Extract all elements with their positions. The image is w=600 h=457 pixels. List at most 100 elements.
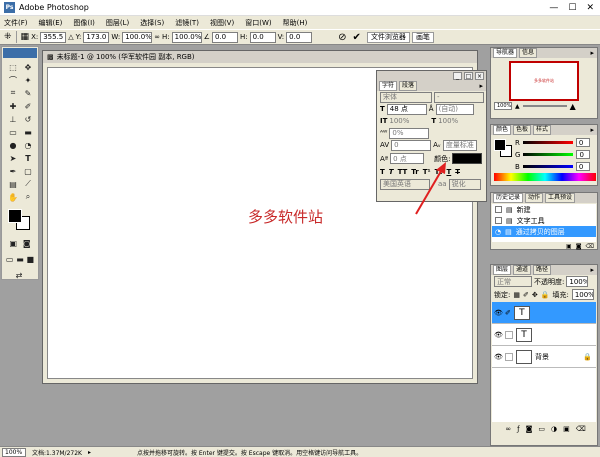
tab-swatches[interactable]: 色板 bbox=[513, 125, 532, 135]
tab-styles[interactable]: 样式 bbox=[533, 125, 552, 135]
layer-style-icon[interactable]: ƒ bbox=[517, 425, 519, 433]
kern-mode-select[interactable]: 度量标准 bbox=[442, 139, 477, 151]
delete-layer-icon[interactable]: ⌫ bbox=[576, 425, 586, 433]
tab-info[interactable]: 信息 bbox=[519, 48, 538, 58]
lock-all-icon[interactable]: 🔒 bbox=[541, 291, 550, 299]
font-family-select[interactable]: 宋体 bbox=[380, 91, 432, 103]
magic-wand-icon[interactable]: ✦ bbox=[21, 74, 35, 86]
stamp-tool-icon[interactable]: ⊥ bbox=[6, 113, 20, 125]
width-field[interactable]: 100.0% bbox=[122, 31, 153, 43]
color-ramp[interactable] bbox=[494, 173, 596, 181]
history-new-doc-icon[interactable]: ▣ bbox=[566, 243, 572, 250]
close-icon[interactable]: ✕ bbox=[586, 3, 594, 13]
link-icon[interactable]: △ bbox=[68, 33, 73, 41]
reference-point-icon[interactable]: ▦ bbox=[21, 32, 30, 42]
eye-icon[interactable]: 👁 bbox=[494, 309, 503, 317]
strikethrough-icon[interactable]: T bbox=[455, 168, 460, 176]
faux-italic-icon[interactable]: T bbox=[389, 168, 394, 176]
tab-character[interactable]: 字符 bbox=[379, 81, 398, 91]
hskew-field[interactable]: 0.0 bbox=[249, 31, 276, 43]
navigator-menu-icon[interactable]: ▸ bbox=[590, 49, 597, 57]
notes-tool-icon[interactable]: ▤ bbox=[6, 178, 20, 190]
pen-tool-icon[interactable]: ✒ bbox=[6, 165, 20, 177]
zoom-out-icon[interactable]: ▲ bbox=[515, 103, 520, 110]
menu-select[interactable]: 选择(S) bbox=[140, 18, 164, 28]
blend-mode-select[interactable]: 正常 bbox=[494, 276, 532, 287]
menu-window[interactable]: 窗口(W) bbox=[245, 18, 271, 28]
font-size-field[interactable]: 48 点 bbox=[386, 103, 427, 115]
leading-field[interactable]: (自动) bbox=[435, 103, 474, 115]
layer-row[interactable]: 👁 T bbox=[492, 324, 596, 346]
tab-brushes[interactable]: 画笔 bbox=[411, 31, 434, 43]
color-fg-swatch[interactable] bbox=[494, 139, 506, 151]
tab-history[interactable]: 历史记录 bbox=[493, 193, 524, 203]
blur-tool-icon[interactable]: ● bbox=[6, 139, 20, 151]
opacity-field[interactable]: 100% bbox=[566, 276, 589, 287]
y-field[interactable]: 173.0 bbox=[83, 31, 110, 43]
status-zoom-field[interactable]: 100% bbox=[2, 447, 26, 457]
tab-tool-presets[interactable]: 工具预设 bbox=[545, 193, 576, 203]
panel-minimize-icon[interactable]: _ bbox=[453, 72, 462, 80]
link-checkbox[interactable] bbox=[505, 352, 513, 361]
blue-field[interactable]: 0 bbox=[575, 162, 590, 171]
menu-view[interactable]: 视图(V) bbox=[210, 18, 234, 28]
link-checkbox[interactable] bbox=[505, 330, 513, 339]
anti-alias-select[interactable]: 锐化 bbox=[448, 178, 481, 190]
minimize-icon[interactable]: — bbox=[549, 3, 558, 13]
crop-tool-icon[interactable]: ⌗ bbox=[6, 87, 20, 99]
history-item[interactable]: 通过拷贝的图层 bbox=[516, 227, 565, 237]
adjustment-layer-icon[interactable]: ◑ bbox=[551, 425, 557, 433]
tab-file-browser[interactable]: 文件浏览器 bbox=[366, 31, 410, 43]
dodge-tool-icon[interactable]: ◔ bbox=[21, 139, 35, 151]
screen-mode-standard-icon[interactable]: ▭ bbox=[5, 253, 14, 265]
shape-tool-icon[interactable]: ▢ bbox=[21, 165, 35, 177]
zoom-in-icon[interactable]: ▲ bbox=[570, 102, 576, 111]
eye-icon[interactable]: 👁 bbox=[494, 353, 503, 361]
history-snapshot-icon[interactable]: ◙ bbox=[576, 243, 582, 250]
imageready-icon[interactable]: ⇄ bbox=[12, 269, 26, 281]
menu-layer[interactable]: 图层(L) bbox=[106, 18, 129, 28]
layer-row[interactable]: 👁 背景 🔒 bbox=[492, 346, 596, 368]
horizontal-scale-value[interactable]: 100% bbox=[438, 117, 476, 125]
height-field[interactable]: 100.0% bbox=[171, 31, 202, 43]
tab-color[interactable]: 颜色 bbox=[493, 125, 512, 135]
add-mask-icon[interactable]: ◙ bbox=[526, 425, 533, 433]
blue-slider[interactable] bbox=[522, 165, 573, 168]
maximize-icon[interactable]: ☐ bbox=[568, 3, 576, 13]
link-layers-icon[interactable]: ∞ bbox=[505, 425, 511, 433]
new-layer-icon[interactable]: ▣ bbox=[563, 425, 570, 433]
chain-icon[interactable]: ∞ bbox=[154, 33, 160, 41]
panel-menu-icon[interactable]: ▸ bbox=[479, 82, 486, 90]
canvas-text[interactable]: 多多软件站 bbox=[248, 206, 323, 227]
menu-help[interactable]: 帮助(H) bbox=[283, 18, 308, 28]
standard-mode-icon[interactable]: ▣ bbox=[8, 237, 19, 249]
tracking-field[interactable]: 0% bbox=[389, 127, 430, 139]
x-field[interactable]: 355.5 bbox=[40, 31, 67, 43]
tab-paragraph[interactable]: 段落 bbox=[399, 81, 418, 91]
fill-field[interactable]: 100% bbox=[571, 289, 594, 300]
layer-row[interactable]: 👁 ✐ T bbox=[492, 302, 596, 324]
navigator-thumbnail[interactable]: 多多软件站 bbox=[509, 61, 579, 101]
move-tool-icon[interactable]: ✥ bbox=[21, 61, 35, 73]
lock-transparency-icon[interactable]: ▦ bbox=[513, 291, 520, 299]
cancel-transform-icon[interactable]: ⊘ bbox=[338, 32, 346, 43]
history-checkbox[interactable] bbox=[495, 206, 502, 213]
lock-paint-icon[interactable]: ✐ bbox=[523, 291, 529, 299]
menu-image[interactable]: 图像(I) bbox=[73, 18, 95, 28]
eraser-tool-icon[interactable]: ▭ bbox=[6, 126, 20, 138]
history-brush-source-icon[interactable]: ◔ bbox=[495, 228, 501, 236]
tab-paths[interactable]: 路径 bbox=[533, 265, 552, 275]
tab-layers[interactable]: 图层 bbox=[493, 265, 512, 275]
status-doc-size[interactable]: 文档:1.37M/272K bbox=[32, 448, 82, 457]
layer-set-icon[interactable]: ▭ bbox=[538, 425, 545, 433]
type-tool-icon[interactable]: T bbox=[21, 152, 35, 164]
tab-actions[interactable]: 动作 bbox=[525, 193, 544, 203]
healing-brush-icon[interactable]: ✚ bbox=[6, 100, 20, 112]
all-caps-icon[interactable]: TT bbox=[398, 168, 408, 176]
slice-tool-icon[interactable]: ✎ bbox=[21, 87, 35, 99]
green-field[interactable]: 0 bbox=[576, 150, 591, 159]
status-arrow-icon[interactable]: ▸ bbox=[88, 449, 91, 456]
panel-maximize-icon[interactable]: □ bbox=[464, 72, 473, 80]
navigator-zoom-field[interactable]: 100% bbox=[494, 102, 512, 110]
vskew-field[interactable]: 0.0 bbox=[286, 31, 313, 43]
